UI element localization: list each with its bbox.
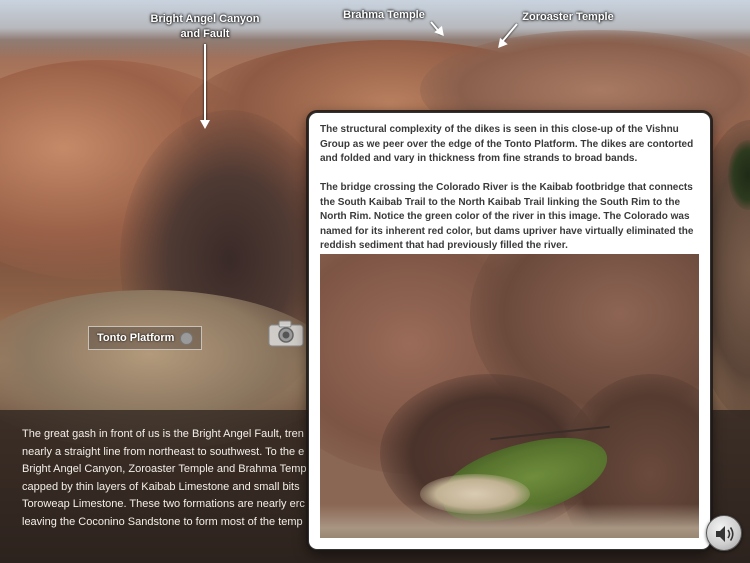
info-popup[interactable]: The structural complexity of the dikes i… [308,112,711,550]
pointer-arrowhead [200,120,210,129]
speaker-icon [716,526,734,542]
label-zoroaster-temple: Zoroaster Temple [522,11,614,23]
speaker-button[interactable] [706,515,742,551]
tonto-platform-button[interactable]: Tonto Platform [88,326,202,350]
popup-photo [320,254,699,538]
label-bright-angel: Bright Angel Canyon and Fault [150,13,260,40]
narration-line: nearly a straight line from northeast to… [22,445,305,458]
popup-paragraph-2: The bridge crossing the Colorado River i… [320,182,694,251]
narration-line: The great gash in front of us is the Bri… [22,428,304,440]
narration-line: Toroweap Limestone. These two formations… [22,498,305,510]
camera-icon[interactable] [266,318,306,348]
photo-bank [320,504,699,538]
narration-text: The great gash in front of us is the Bri… [22,426,322,556]
tonto-platform-label: Tonto Platform [97,332,175,344]
narration-line: capped by thin layers of Kaibab Limeston… [22,480,300,493]
hotspot-dot-icon [180,332,193,345]
label-brahma-temple: Brahma Temple [343,9,425,21]
pointer-bright-angel [204,44,206,124]
narration-line: Bright Angel Canyon, Zoroaster Temple an… [22,463,307,475]
popup-paragraph-1: The structural complexity of the dikes i… [320,124,694,164]
narration-line: leaving the Coconino Sandstone to form m… [22,515,303,528]
